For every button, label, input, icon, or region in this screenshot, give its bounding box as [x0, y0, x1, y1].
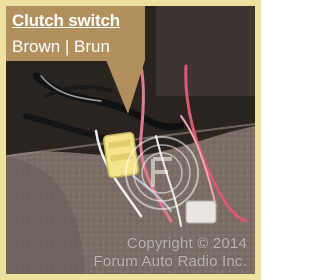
photo-frame: Clutch switch Brown | Brun Copyright © 2… — [0, 0, 261, 280]
callout-subtitle: Brown | Brun — [12, 37, 110, 56]
callout-title: Clutch switch — [12, 11, 120, 30]
copyright-watermark: Copyright © 2014 — [126, 235, 247, 252]
white-plug — [185, 200, 217, 224]
company-watermark: Forum Auto Radio Inc. — [93, 253, 247, 270]
callout-pointer — [106, 60, 145, 114]
dash-panel — [156, 6, 255, 96]
callout-label: Clutch switch Brown | Brun — [6, 6, 145, 61]
